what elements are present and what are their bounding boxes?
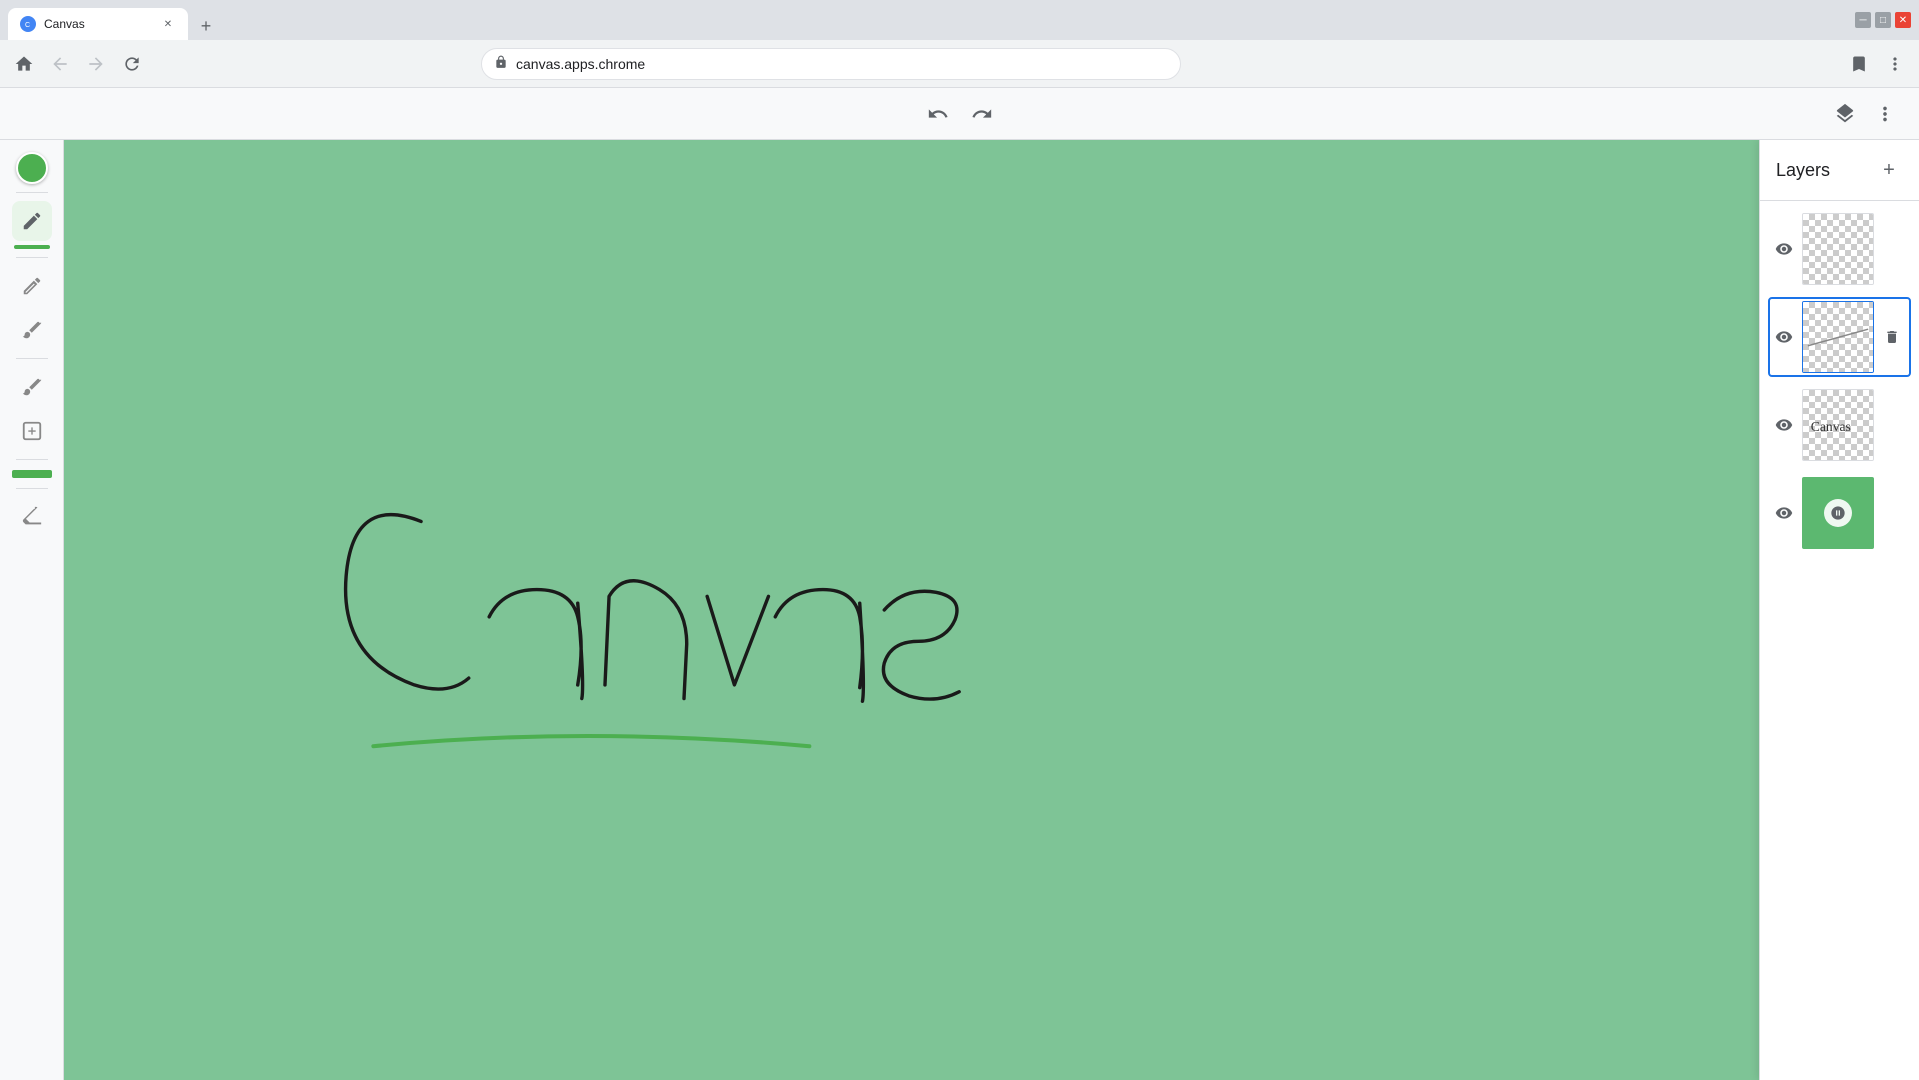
- layer-item[interactable]: [1768, 209, 1911, 289]
- layer-visibility-button[interactable]: [1772, 413, 1796, 437]
- layers-title: Layers: [1776, 160, 1830, 181]
- address-text: canvas.apps.chrome: [516, 56, 1168, 72]
- refresh-button[interactable]: [116, 48, 148, 80]
- pen-tool-1-button[interactable]: [12, 266, 52, 306]
- home-button[interactable]: [8, 48, 40, 80]
- address-bar[interactable]: canvas.apps.chrome: [481, 48, 1181, 80]
- canvas-area[interactable]: [64, 140, 1759, 1080]
- back-button[interactable]: [44, 48, 76, 80]
- selected-color-bar: [14, 245, 50, 249]
- layer-item[interactable]: [1768, 297, 1911, 377]
- tool-separator-5: [16, 488, 48, 489]
- pen-tool-4-button[interactable]: [12, 411, 52, 451]
- tab-favicon: C: [20, 16, 36, 32]
- undo-button[interactable]: [920, 96, 956, 132]
- minimize-button[interactable]: ─: [1855, 12, 1871, 28]
- add-layer-button[interactable]: +: [1875, 156, 1903, 184]
- tool-separator-4: [16, 459, 48, 460]
- layer-visibility-button[interactable]: [1772, 325, 1796, 349]
- pen-tool-3-button[interactable]: [12, 367, 52, 407]
- bookmark-button[interactable]: [1843, 48, 1875, 80]
- layer-4-thumbnail: [1802, 477, 1874, 549]
- tool-separator-3: [16, 358, 48, 359]
- svg-text:Canvas: Canvas: [1811, 419, 1851, 434]
- tab-close-button[interactable]: ✕: [160, 16, 176, 32]
- layer-1-thumbnail: [1802, 213, 1874, 285]
- left-sidebar: [0, 140, 64, 1080]
- layers-header: Layers +: [1760, 140, 1919, 201]
- layer-delete-button[interactable]: [1880, 325, 1904, 349]
- color-swatch[interactable]: [16, 152, 48, 184]
- redo-button[interactable]: [964, 96, 1000, 132]
- layers-panel: Layers +: [1759, 140, 1919, 1080]
- layer-2-thumbnail: [1802, 301, 1874, 373]
- window-controls: ─ □ ✕: [1855, 12, 1911, 28]
- eraser-tool-button[interactable]: [12, 497, 52, 537]
- tool-separator-1: [16, 192, 48, 193]
- nav-right-controls: [1843, 48, 1911, 80]
- canvas-drawing: [64, 140, 1759, 1080]
- browser-frame: C Canvas ✕ + ─ □ ✕: [0, 0, 1919, 1080]
- close-button[interactable]: ✕: [1895, 12, 1911, 28]
- lock-icon: [494, 55, 508, 72]
- pen-tool-2-button[interactable]: [12, 310, 52, 350]
- layers-list: Canvas: [1760, 201, 1919, 1080]
- active-tab[interactable]: C Canvas ✕: [8, 8, 188, 40]
- pencil-tool-button[interactable]: [12, 201, 52, 241]
- tab-bar: C Canvas ✕ +: [8, 0, 1855, 40]
- maximize-button[interactable]: □: [1875, 12, 1891, 28]
- layer-item[interactable]: Canvas: [1768, 385, 1911, 465]
- tab-title: Canvas: [44, 17, 152, 31]
- layers-toggle-button[interactable]: [1827, 96, 1863, 132]
- svg-text:C: C: [25, 22, 30, 29]
- title-bar: C Canvas ✕ + ─ □ ✕: [0, 0, 1919, 40]
- active-color-indicator: [12, 470, 52, 478]
- app-toolbar: [0, 88, 1919, 140]
- app-more-button[interactable]: [1867, 96, 1903, 132]
- main-content: Layers +: [0, 140, 1919, 1080]
- more-nav-button[interactable]: [1879, 48, 1911, 80]
- layer-visibility-button[interactable]: [1772, 501, 1796, 525]
- new-tab-button[interactable]: +: [192, 12, 220, 40]
- layer-item[interactable]: [1768, 473, 1911, 553]
- nav-bar: canvas.apps.chrome: [0, 40, 1919, 88]
- tool-separator-2: [16, 257, 48, 258]
- layer-visibility-button[interactable]: [1772, 237, 1796, 261]
- layer-3-thumbnail: Canvas: [1802, 389, 1874, 461]
- forward-button[interactable]: [80, 48, 112, 80]
